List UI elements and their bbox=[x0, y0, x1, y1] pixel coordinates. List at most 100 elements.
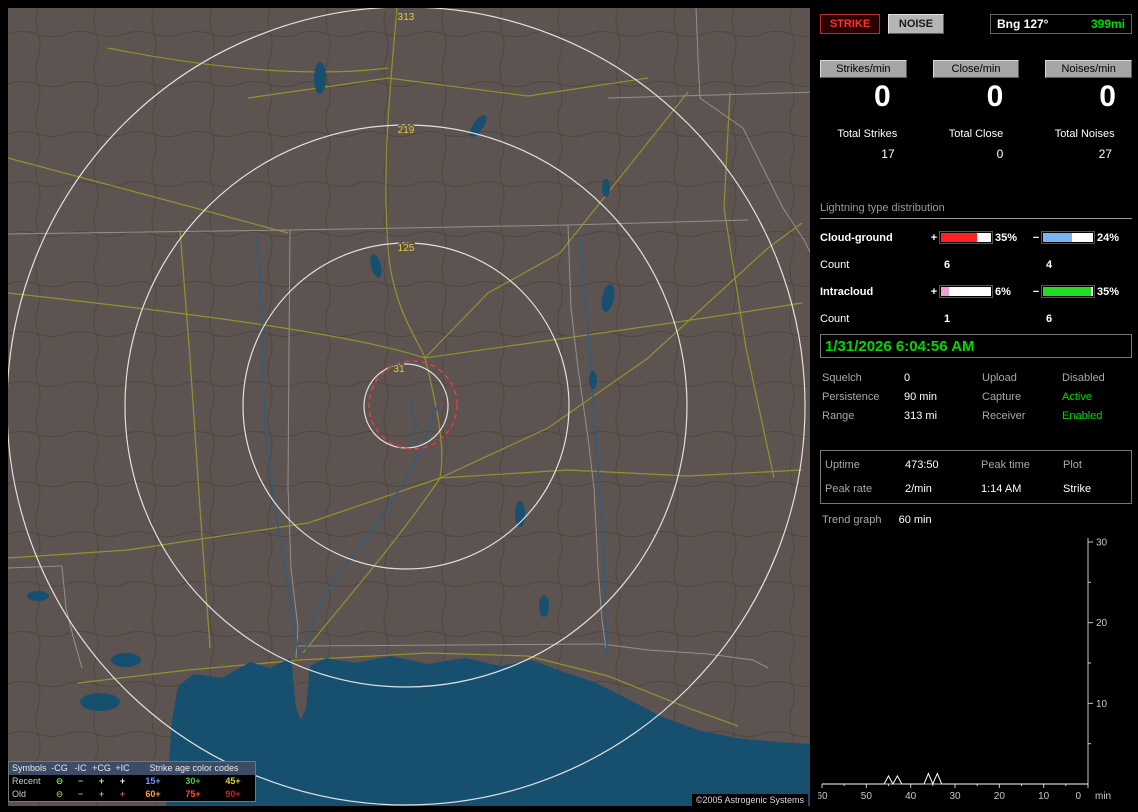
legend-strike-symbol: + bbox=[119, 789, 126, 799]
persistence-value: 90 min bbox=[904, 391, 938, 403]
ring-label-313: 313 bbox=[398, 12, 415, 23]
ic-count-label: Count bbox=[820, 312, 850, 325]
uptime-label: Uptime bbox=[825, 459, 860, 471]
cloud-ground-label: Cloud-ground bbox=[820, 231, 893, 244]
ring-label-31: 31 bbox=[393, 364, 405, 375]
distribution-title: Lightning type distribution bbox=[820, 202, 1132, 219]
ic-positive-count: 1 bbox=[944, 312, 951, 325]
svg-text:0: 0 bbox=[1075, 791, 1081, 802]
datetime-display: 1/31/2026 6:04:56 AM bbox=[820, 334, 1132, 358]
upload-label: Upload bbox=[982, 372, 1017, 384]
copyright-text: ©2005 Astrogenic Systems bbox=[691, 794, 808, 806]
legend-symbols-header: Symbols bbox=[12, 763, 47, 773]
legend-row-label: Recent bbox=[12, 776, 41, 786]
capture-value: Active bbox=[1062, 391, 1092, 403]
cg-negative-count: 4 bbox=[1046, 258, 1053, 271]
cloud-ground-row: Cloud-ground + 35% − 24% bbox=[820, 224, 1132, 251]
range-setting-label: Range bbox=[822, 410, 855, 422]
close-per-min-column: Close/min 0 bbox=[932, 60, 1020, 113]
noise-mode-button[interactable]: NOISE bbox=[888, 14, 944, 34]
trend-graph: 10 20 30 60 50 40 30 20 10 0 min bbox=[818, 538, 1111, 803]
peak-rate-label: Peak rate bbox=[825, 483, 873, 495]
svg-text:20: 20 bbox=[1096, 618, 1108, 629]
total-close-label: Total Close bbox=[948, 128, 1004, 140]
svg-text:10: 10 bbox=[1096, 699, 1108, 710]
total-strikes-label: Total Strikes bbox=[837, 128, 898, 140]
noises-per-min-column: Noises/min 0 bbox=[1045, 60, 1132, 112]
lightning-map[interactable]: 313 219 125 31 Symbols -CG -IC +CG +IC S… bbox=[8, 8, 810, 806]
cg-positive-percent: 35% bbox=[995, 231, 1018, 244]
upload-value: Disabled bbox=[1062, 372, 1105, 384]
peak-time-value: 1:14 AM bbox=[981, 483, 1022, 495]
legend-col-ncg: -CG bbox=[51, 763, 68, 773]
trend-window-value: 60 min bbox=[898, 514, 932, 526]
svg-text:40: 40 bbox=[905, 791, 917, 802]
capture-label: Capture bbox=[982, 391, 1022, 403]
legend-recent-row: Recent ⊖ − + +15+ 30+ 45+ bbox=[9, 775, 255, 788]
cg-negative-gauge bbox=[1041, 231, 1095, 244]
close-per-min-button[interactable]: Close/min bbox=[932, 60, 1020, 78]
svg-text:20: 20 bbox=[994, 791, 1006, 802]
trend-graph-label: Trend graph bbox=[822, 514, 882, 526]
svg-text:60: 60 bbox=[818, 791, 828, 802]
total-strikes-value: 17 bbox=[881, 147, 895, 161]
legend-strike-symbol: + bbox=[119, 776, 126, 786]
legend-row-label: Old bbox=[12, 789, 27, 799]
legend-strike-symbol: − bbox=[77, 776, 84, 786]
map-canvas[interactable]: 313 219 125 31 bbox=[8, 8, 810, 806]
peak-time-label: Peak time bbox=[981, 459, 1030, 471]
intracloud-label: Intracloud bbox=[820, 285, 874, 298]
legend-age-header: Strike age color codes bbox=[149, 763, 239, 773]
svg-text:50: 50 bbox=[861, 791, 873, 802]
strike-mode-button[interactable]: STRIKE bbox=[820, 14, 880, 34]
legend-col-pcg: +CG bbox=[92, 763, 111, 773]
lightning-distribution: Cloud-ground + 35% − 24% Count 6 4 Intra… bbox=[820, 224, 1132, 332]
range-value: 399mi bbox=[1090, 17, 1125, 31]
ic-negative-count: 6 bbox=[1046, 312, 1053, 325]
legend-col-pic: +IC bbox=[115, 763, 130, 773]
mode-toolbar: STRIKE NOISE Bng 127° 399mi bbox=[820, 14, 1132, 34]
plot-label: Plot bbox=[1063, 459, 1082, 471]
ring-label-125: 125 bbox=[398, 243, 415, 254]
minus-sign: − bbox=[1032, 231, 1040, 244]
squelch-label: Squelch bbox=[822, 372, 862, 384]
nexstorm-app-window: 313 219 125 31 Symbols -CG -IC +CG +IC S… bbox=[0, 0, 1138, 812]
legend-strike-symbol: + bbox=[98, 776, 105, 786]
svg-text:30: 30 bbox=[1096, 538, 1108, 549]
legend-age-code: 45+ bbox=[225, 776, 241, 786]
strikes-per-min-value: 0 bbox=[873, 80, 891, 113]
svg-text:10: 10 bbox=[1038, 791, 1050, 802]
legend-age-code: 90+ bbox=[225, 789, 241, 799]
rate-counters: Strikes/min 0 Close/min 0 Noises/min 0 bbox=[820, 60, 1132, 112]
legend-strike-symbol: − bbox=[77, 789, 84, 799]
ic-negative-percent: 35% bbox=[1097, 285, 1120, 298]
settings-readout: Squelch 0 Upload Disabled Persistence 90… bbox=[822, 372, 1132, 422]
cg-positive-gauge bbox=[939, 231, 993, 244]
legend-col-nic: -IC bbox=[74, 763, 87, 773]
strikes-per-min-button[interactable]: Strikes/min bbox=[820, 60, 907, 78]
total-strikes-column: Total Strikes 17 bbox=[820, 128, 915, 161]
total-noises-column: Total Noises 27 bbox=[1037, 128, 1132, 161]
legend-old-row: Old ⊖ − + +60+ 75+ 90+ bbox=[9, 788, 255, 801]
noises-per-min-button[interactable]: Noises/min bbox=[1045, 60, 1132, 78]
ic-count-row: Count 1 6 bbox=[820, 305, 1132, 332]
cg-count-label: Count bbox=[820, 258, 850, 271]
ic-negative-gauge bbox=[1041, 285, 1095, 298]
uptime-readout: Uptime 473:50 Peak time Plot Peak rate 2… bbox=[820, 450, 1132, 504]
cg-negative-percent: 24% bbox=[1097, 231, 1120, 244]
strikes-per-min-column: Strikes/min 0 bbox=[820, 60, 907, 112]
uptime-value: 473:50 bbox=[905, 459, 939, 471]
persistence-label: Persistence bbox=[822, 391, 880, 403]
total-noises-label: Total Noises bbox=[1054, 128, 1115, 140]
ring-label-219: 219 bbox=[398, 125, 415, 136]
squelch-value: 0 bbox=[904, 372, 911, 384]
peak-rate-value: 2/min bbox=[905, 483, 932, 495]
legend-header-row: Symbols -CG -IC +CG +IC Strike age color… bbox=[9, 762, 255, 775]
range-setting-value: 313 mi bbox=[904, 410, 938, 422]
close-per-min-value: 0 bbox=[986, 80, 1004, 113]
intracloud-row: Intracloud + 6% − 35% bbox=[820, 278, 1132, 305]
noises-per-min-value: 0 bbox=[1099, 80, 1116, 113]
plus-sign: + bbox=[930, 285, 938, 298]
plot-value: Strike bbox=[1063, 483, 1092, 495]
legend-age-code: 75+ bbox=[185, 789, 201, 799]
